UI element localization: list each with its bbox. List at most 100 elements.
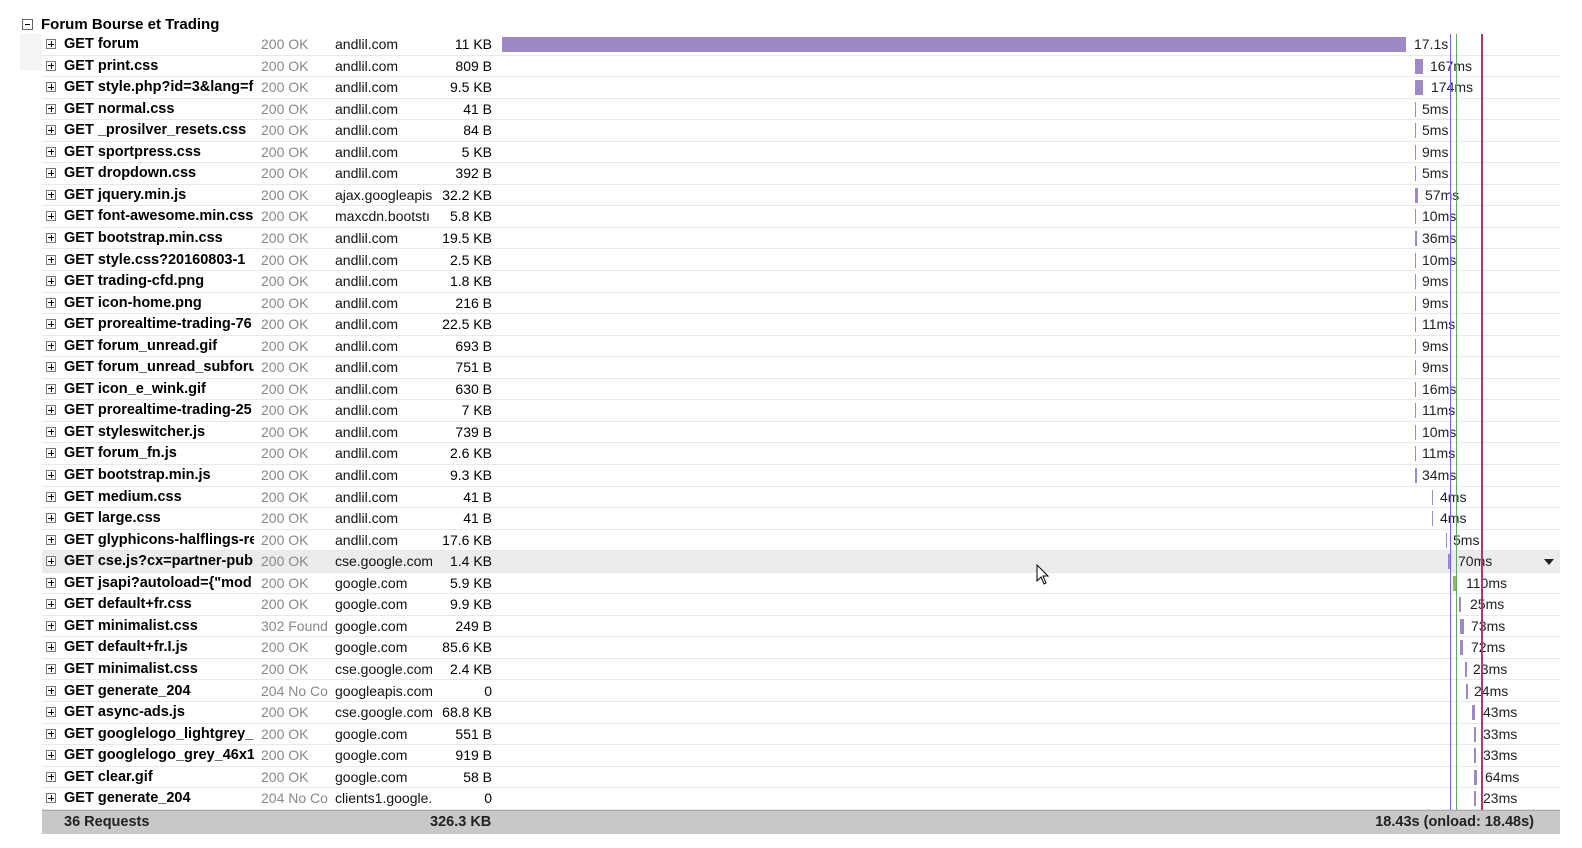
plus-box-icon[interactable] xyxy=(46,39,56,49)
timeline-bar xyxy=(1446,532,1447,548)
request-domain: ajax.googleapis. xyxy=(335,186,432,203)
request-row[interactable]: GET cse.js?cx=partner-pub 200 OK cse.googl… xyxy=(42,551,1560,573)
request-time: 174ms xyxy=(1431,79,1474,96)
request-domain: andlil.com xyxy=(335,359,399,376)
plus-box-icon[interactable] xyxy=(46,470,56,480)
plus-box-icon[interactable] xyxy=(46,728,56,739)
plus-box-icon[interactable] xyxy=(46,771,56,782)
request-row[interactable]: GET generate_204 204 No Co googleapis.com 0… xyxy=(42,681,1560,703)
plus-box-icon[interactable] xyxy=(46,426,56,437)
plus-box-icon[interactable] xyxy=(46,82,56,93)
timeline-bar xyxy=(1415,317,1416,333)
request-row[interactable]: GET font-awesome.min.css 200 OK maxcdn.boo… xyxy=(42,206,1560,228)
request-url: GET forum_unread_subforu xyxy=(64,359,254,376)
plus-box-icon[interactable] xyxy=(46,125,56,136)
timeline-bar xyxy=(1459,597,1461,613)
request-row[interactable]: GET prorealtime-trading-25 200 OK andlil.c… xyxy=(42,400,1560,422)
request-row[interactable]: GET forum_unread_subforu 200 OK andlil.com… xyxy=(42,357,1560,379)
request-row[interactable]: GET clear.gif 200 OK google.com 58 B 64ms xyxy=(42,767,1560,789)
request-row[interactable]: GET forum 200 OK andlil.com 11 KB 17.1s xyxy=(42,34,1560,56)
plus-box-icon[interactable] xyxy=(46,362,56,373)
request-row[interactable]: GET default+fr.css 200 OK google.com 9.9 KB… xyxy=(42,594,1560,616)
plus-box-icon[interactable] xyxy=(46,750,56,761)
request-row[interactable]: GET default+fr.I.js 200 OK google.com 85.6 … xyxy=(42,637,1560,659)
request-url: GET trading-cfd.png xyxy=(64,273,205,290)
plus-box-icon[interactable] xyxy=(46,663,56,674)
plus-box-icon[interactable] xyxy=(46,556,56,567)
request-row[interactable]: GET medium.css 200 OK andlil.com 41 B 4ms xyxy=(42,487,1560,509)
request-row[interactable]: GET _prosilver_resets.css 200 OK andlil.co… xyxy=(42,120,1560,142)
request-row[interactable]: GET style.css?20160803-1 200 OK andlil.com… xyxy=(42,250,1560,272)
request-url: GET normal.css xyxy=(64,100,175,117)
request-row[interactable]: GET print.css 200 OK andlil.com 809 B 167ms xyxy=(42,56,1560,78)
request-row[interactable]: GET styleswitcher.js 200 OK andlil.com 739 … xyxy=(42,422,1560,444)
plus-box-icon[interactable] xyxy=(46,211,56,222)
request-url: GET print.css xyxy=(64,57,159,74)
request-row[interactable]: GET dropdown.css 200 OK andlil.com 392 B 5ms xyxy=(42,163,1560,185)
plus-box-icon[interactable] xyxy=(46,642,56,653)
request-row[interactable]: GET forum_fn.js 200 OK andlil.com 2.6 KB 11m… xyxy=(42,443,1560,465)
plus-box-icon[interactable] xyxy=(46,168,56,179)
plus-box-icon[interactable] xyxy=(46,103,56,114)
plus-box-icon[interactable] xyxy=(46,383,56,394)
plus-box-icon[interactable] xyxy=(46,491,56,502)
plus-box-icon[interactable] xyxy=(46,620,56,631)
plus-box-icon[interactable] xyxy=(46,319,56,330)
collapse-icon[interactable] xyxy=(22,18,33,30)
plus-box-icon[interactable] xyxy=(46,297,56,308)
request-url: GET jquery.min.js xyxy=(64,186,187,203)
request-url: GET icon_e_wink.gif xyxy=(64,380,206,397)
request-row[interactable]: GET jquery.min.js 200 OK ajax.googleapis. 3… xyxy=(42,185,1560,207)
request-row[interactable]: GET prorealtime-trading-76 200 OK andlil.c… xyxy=(42,314,1560,336)
request-size: 249 B xyxy=(455,617,492,634)
request-row[interactable]: GET bootstrap.min.css 200 OK andlil.com 19.… xyxy=(42,228,1560,250)
plus-box-icon[interactable] xyxy=(46,448,56,459)
request-domain: andlil.com xyxy=(335,36,399,52)
plus-box-icon[interactable] xyxy=(46,793,56,804)
request-url: GET icon-home.png xyxy=(64,294,202,311)
request-url: GET large.css xyxy=(64,510,161,527)
request-size: 1.8 KB xyxy=(449,273,492,290)
plus-box-icon[interactable] xyxy=(46,254,56,265)
request-row[interactable]: GET generate_204 204 No Co clients1.google… xyxy=(42,788,1560,810)
plus-box-icon[interactable] xyxy=(46,707,56,718)
request-row[interactable]: GET async-ads.js 200 OK cse.google.com 68.8… xyxy=(42,702,1560,724)
plus-box-icon[interactable] xyxy=(46,146,56,157)
request-url: GET jsapi?autoload={"mod xyxy=(64,574,252,591)
request-time: 25ms xyxy=(1470,596,1505,613)
plus-box-icon[interactable] xyxy=(46,513,56,524)
plus-box-icon[interactable] xyxy=(46,60,56,71)
plus-box-icon[interactable] xyxy=(46,189,56,200)
plus-box-icon[interactable] xyxy=(46,534,56,545)
total-timing: 18.43s (onload: 18.48s) xyxy=(1375,814,1534,830)
request-row[interactable]: GET forum_unread.gif 200 OK andlil.com 693 … xyxy=(42,336,1560,358)
plus-box-icon[interactable] xyxy=(46,276,56,287)
request-size: 0 xyxy=(484,790,492,807)
group-header[interactable]: Forum Bourse et Trading xyxy=(22,14,219,34)
request-row[interactable]: GET icon-home.png 200 OK andlil.com 216 B 9m… xyxy=(42,293,1560,315)
request-domain: andlil.com xyxy=(335,100,399,117)
plus-box-icon[interactable] xyxy=(46,577,56,588)
request-row[interactable]: GET icon_e_wink.gif 200 OK andlil.com 630 B… xyxy=(42,379,1560,401)
timeline-bar xyxy=(1415,230,1417,246)
request-row[interactable]: GET trading-cfd.png 200 OK andlil.com 1.8 K… xyxy=(42,271,1560,293)
request-row[interactable]: GET glyphicons-halflings-reg 200 OK andlil… xyxy=(42,530,1560,552)
request-row[interactable]: GET sportpress.css 200 OK andlil.com 5 KB 9m… xyxy=(42,142,1560,164)
plus-box-icon[interactable] xyxy=(46,405,56,416)
plus-box-icon[interactable] xyxy=(46,599,56,610)
request-row[interactable]: GET normal.css 200 OK andlil.com 41 B 5ms xyxy=(42,99,1560,121)
plus-box-icon[interactable] xyxy=(46,340,56,351)
request-row[interactable]: GET minimalist.css 302 Found google.com 249… xyxy=(42,616,1560,638)
request-row[interactable]: GET jsapi?autoload={"mod 200 OK google.com… xyxy=(42,573,1560,595)
request-row[interactable]: GET large.css 200 OK andlil.com 41 B 4ms xyxy=(42,508,1560,530)
request-row[interactable]: GET bootstrap.min.js 200 OK andlil.com 9.3 … xyxy=(42,465,1560,487)
plus-box-icon[interactable] xyxy=(46,685,56,696)
request-row[interactable]: GET style.php?id=3&lang=f 200 OK andlil.co… xyxy=(42,77,1560,99)
request-size: 1.4 KB xyxy=(449,553,492,570)
request-row[interactable]: GET minimalist.css 200 OK cse.google.com 2.… xyxy=(42,659,1560,681)
request-row[interactable]: GET googlelogo_lightgrey_ 200 OK google.co… xyxy=(42,724,1560,746)
request-status: 200 OK xyxy=(261,79,309,96)
plus-box-icon[interactable] xyxy=(46,232,56,243)
request-row[interactable]: GET googlelogo_grey_46x1 200 OK google.com… xyxy=(42,745,1560,767)
chevron-down-icon[interactable] xyxy=(1544,559,1554,566)
